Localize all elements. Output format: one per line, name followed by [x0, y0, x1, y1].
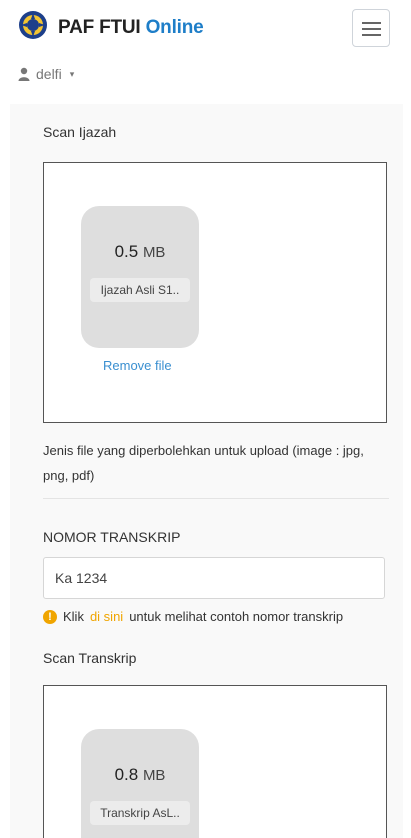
user-dropdown[interactable]: delfi ▾: [18, 64, 74, 84]
ijazah-size-value: 0.5: [114, 242, 139, 261]
user-name: delfi: [36, 66, 62, 82]
ijazah-file-size: 0.5 MB: [81, 242, 199, 262]
warning-icon: !: [43, 609, 57, 624]
ijazah-dropzone[interactable]: 0.5 MB Ijazah Asli S1.. Remove file: [43, 162, 387, 423]
section-divider: [43, 498, 389, 499]
ijazah-size-unit: MB: [142, 244, 166, 261]
transkrip-file-preview: 0.8 MB Transkrip AsL..: [81, 729, 199, 838]
hint-suffix: untuk melihat contoh nomor transkrip: [129, 609, 344, 624]
hamburger-line: [362, 28, 381, 30]
university-emblem-icon[interactable]: [18, 10, 48, 40]
remove-file-link[interactable]: Remove file: [103, 358, 172, 373]
scan-ijazah-label: Scan Ijazah: [43, 124, 117, 140]
transkrip-example-hint: ! Klik di sini untuk melihat contoh nomo…: [43, 609, 343, 624]
top-navbar: PAF FTUI Online: [0, 0, 411, 58]
example-link[interactable]: di sini: [90, 609, 123, 624]
ijazah-file-preview: 0.5 MB Ijazah Asli S1..: [81, 206, 199, 348]
allowed-file-types-help: Jenis file yang diperbolehkan untuk uplo…: [43, 443, 364, 483]
transkrip-dropzone[interactable]: 0.8 MB Transkrip AsL..: [43, 685, 387, 838]
user-icon: [18, 67, 30, 81]
transkrip-file-name: Transkrip AsL..: [90, 801, 190, 825]
transkrip-size-unit: MB: [142, 767, 166, 784]
hint-prefix: Klik: [63, 609, 84, 624]
scan-transkrip-label: Scan Transkrip: [43, 650, 137, 666]
hamburger-line: [362, 34, 381, 36]
brand-name: PAF FTUI: [58, 17, 141, 38]
transkrip-size-value: 0.8: [114, 765, 139, 784]
ijazah-file-name: Ijazah Asli S1..: [90, 278, 190, 302]
nomor-transkrip-label: NOMOR TRANSKRIP: [43, 529, 181, 545]
nomor-transkrip-input[interactable]: Ka 1234: [43, 557, 385, 599]
caret-down-icon: ▾: [69, 68, 75, 79]
hamburger-line: [362, 22, 381, 24]
brand-suffix: Online: [145, 17, 204, 38]
hamburger-menu-button[interactable]: [352, 9, 390, 47]
brand-title[interactable]: PAF FTUI Online: [58, 17, 204, 39]
transkrip-file-size: 0.8 MB: [81, 765, 199, 785]
